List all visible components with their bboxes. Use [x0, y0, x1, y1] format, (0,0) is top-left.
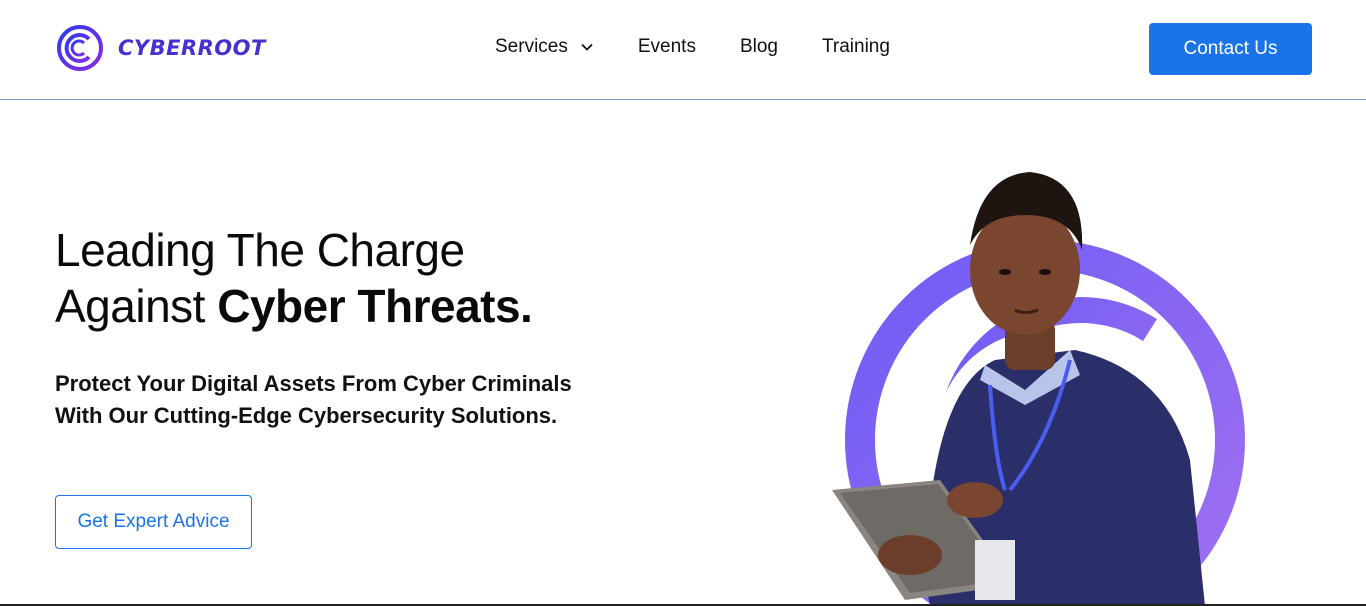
cyberroot-logo-icon [57, 25, 103, 71]
nav-training-label: Training [821, 36, 890, 57]
nav-blog-label: Blog [739, 36, 778, 57]
hero-title-line1: Leading The Charge [55, 224, 465, 276]
hero-person-illustration [832, 172, 1245, 606]
hero-title-line2-prefix: Against [55, 280, 218, 332]
nav-item-services[interactable]: Services [495, 36, 594, 58]
main-nav: Services Events Blog Training [495, 36, 890, 58]
hero-title: Leading The Charge Against Cyber Threats… [55, 222, 533, 334]
chevron-down-icon [581, 43, 593, 51]
brand-name: CYBERROOT [118, 36, 266, 60]
nav-item-events[interactable]: Events [638, 36, 696, 58]
site-header: CYBERROOT Services Events Blog Training … [0, 0, 1366, 100]
hero-subtitle: Protect Your Digital Assets From Cyber C… [55, 371, 572, 428]
nav-services-label: Services [495, 36, 568, 57]
get-expert-advice-button[interactable]: Get Expert Advice [55, 495, 252, 549]
nav-item-training[interactable]: Training [822, 36, 890, 58]
contact-us-button[interactable]: Contact Us [1149, 23, 1312, 75]
brand-logo[interactable]: CYBERROOT [56, 24, 266, 72]
nav-item-blog[interactable]: Blog [740, 36, 778, 58]
nav-events-label: Events [637, 36, 696, 57]
hero-title-line2-bold: Cyber Threats. [217, 280, 533, 332]
